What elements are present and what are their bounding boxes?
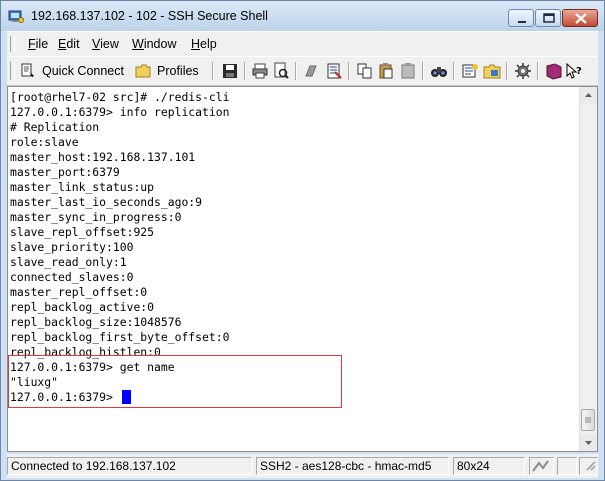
menu-help[interactable]: Help: [191, 37, 217, 51]
terminal-line: 127.0.0.1:6379> info replication: [10, 105, 230, 119]
terminal-line: [root@rhel7-02 src]# ./redis-cli: [10, 90, 230, 104]
toolbar: Quick Connect Profiles ?: [7, 56, 598, 86]
status-connection: Connected to 192.168.137.102: [7, 457, 252, 475]
toolbar-separator: [212, 62, 214, 80]
terminal-line: master_repl_offset:0: [10, 285, 148, 299]
toolbar-separator: [244, 62, 246, 80]
close-button[interactable]: [562, 9, 598, 27]
terminal-line: master_host:192.168.137.101: [10, 150, 196, 164]
minimize-button[interactable]: [508, 9, 534, 27]
resize-grip-icon[interactable]: [583, 458, 597, 472]
toolbar-grip[interactable]: [10, 62, 15, 80]
maximize-button[interactable]: [535, 9, 561, 27]
maximize-icon: [543, 13, 555, 23]
toolbar-separator: [295, 62, 297, 80]
menu-window[interactable]: Window: [132, 37, 176, 51]
activity-icon: [532, 460, 549, 472]
menu-edit[interactable]: Edit: [58, 37, 80, 51]
context-help-icon[interactable]: ?: [565, 62, 583, 80]
terminal-line: repl_backlog_first_byte_offset:0: [10, 330, 230, 344]
svg-text:?: ?: [576, 66, 582, 77]
terminal-line: repl_backlog_size:1048576: [10, 315, 182, 329]
status-resize-panel: [579, 457, 598, 475]
close-icon: [575, 13, 587, 24]
terminal-line: master_sync_in_progress:0: [10, 210, 182, 224]
new-terminal-icon[interactable]: [461, 62, 479, 80]
grip-lines-icon: [585, 417, 591, 423]
save-icon[interactable]: [221, 62, 239, 80]
print-preview-icon[interactable]: [272, 62, 290, 80]
clipboard-icon[interactable]: [399, 62, 417, 80]
find-binoculars-icon[interactable]: [430, 62, 448, 80]
menu-view[interactable]: View: [92, 37, 119, 51]
title-bar[interactable]: 192.168.137.102 - 102 - SSH Secure Shell: [1, 1, 604, 31]
menu-bar: File Edit View Window Help: [7, 31, 598, 56]
toolbar-separator: [422, 62, 424, 80]
ssh-client-window: 192.168.137.102 - 102 - SSH Secure Shell…: [0, 0, 605, 481]
quick-connect-icon: [21, 63, 34, 77]
window-title: 192.168.137.102 - 102 - SSH Secure Shell: [31, 9, 268, 23]
quick-connect-button[interactable]: Quick Connect: [20, 61, 124, 81]
print-icon[interactable]: [251, 62, 269, 80]
terminal-line: role:slave: [10, 135, 79, 149]
scroll-up-button[interactable]: [580, 87, 597, 104]
paste-icon[interactable]: [377, 62, 395, 80]
profiles-button[interactable]: Profiles: [135, 61, 199, 81]
terminal-line: # Replication: [10, 120, 100, 134]
scroll-thumb[interactable]: [581, 409, 595, 431]
menu-grip[interactable]: [10, 36, 15, 52]
terminal-line: slave_priority:100: [10, 240, 134, 254]
status-bar: Connected to 192.168.137.102 SSH2 - aes1…: [7, 454, 598, 478]
toolbar-separator: [537, 62, 539, 80]
settings-page-icon[interactable]: [325, 62, 343, 80]
scroll-down-button[interactable]: [580, 434, 597, 451]
copy-icon[interactable]: [356, 62, 374, 80]
toolbar-separator: [453, 62, 455, 80]
terminal-line: connected_slaves:0: [10, 270, 134, 284]
status-terminal-size: 80x24: [453, 457, 525, 475]
terminal-line: repl_backlog_active:0: [10, 300, 155, 314]
toolbar-separator: [506, 62, 508, 80]
terminal-line: slave_read_only:1: [10, 255, 127, 269]
help-book-icon[interactable]: [545, 62, 563, 80]
terminal-line: master_port:6379: [10, 165, 120, 179]
settings-gear-icon[interactable]: [514, 62, 532, 80]
arrow-down-icon: [585, 441, 592, 445]
ssh-app-icon: [8, 10, 24, 23]
folder-icon: [135, 64, 151, 78]
status-cipher: SSH2 - aes128-cbc - hmac-md5: [256, 457, 449, 475]
terminal-line: master_last_io_seconds_ago:9: [10, 195, 203, 209]
status-empty-panel: [557, 457, 577, 475]
disconnect-icon[interactable]: [303, 62, 321, 80]
arrow-up-icon: [585, 93, 592, 97]
toolbar-separator: [348, 62, 350, 80]
highlight-annotation-box: [8, 355, 342, 408]
minimize-icon: [518, 21, 526, 23]
menu-file[interactable]: File: [28, 37, 48, 51]
new-file-transfer-icon[interactable]: [483, 62, 501, 80]
vertical-scrollbar[interactable]: [579, 87, 597, 451]
profiles-label: Profiles: [157, 64, 199, 78]
terminal-line: slave_repl_offset:925: [10, 225, 155, 239]
quick-connect-label: Quick Connect: [42, 64, 124, 78]
terminal-line: master_link_status:up: [10, 180, 155, 194]
status-lock-panel: [529, 457, 554, 475]
